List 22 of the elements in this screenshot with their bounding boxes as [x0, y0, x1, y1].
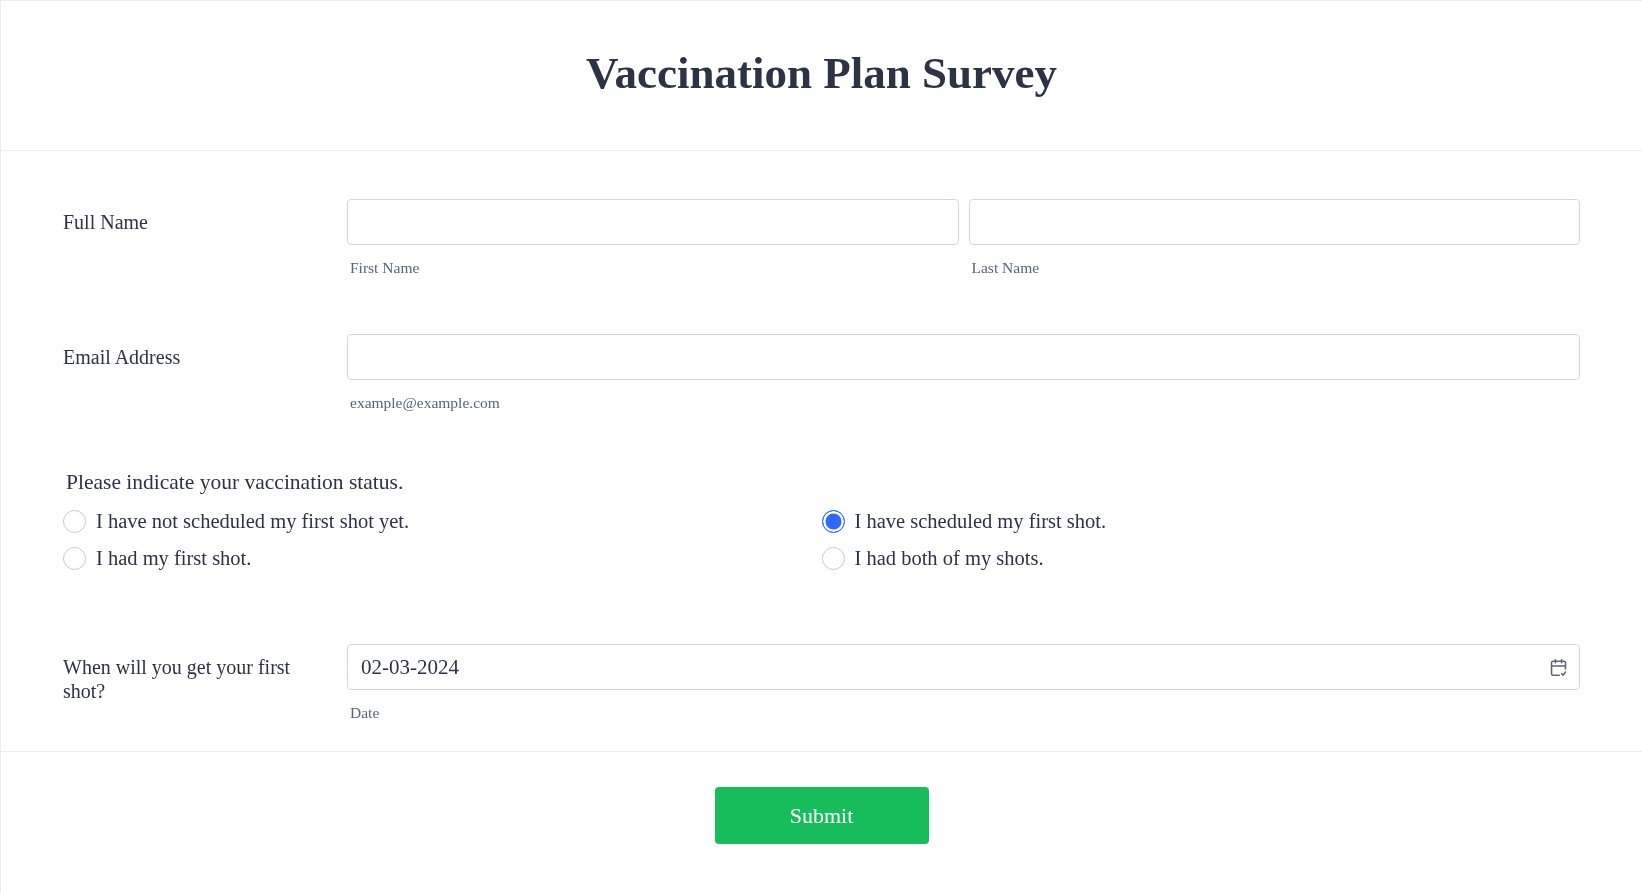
- field-label: Full Name: [63, 210, 149, 235]
- radio-button[interactable]: [63, 509, 86, 533]
- option-label: I have scheduled my first shot.: [854, 509, 1107, 533]
- date-field[interactable]: 02-03-2024: [347, 644, 1580, 690]
- question-text: Please indicate your vaccination status.: [65, 469, 404, 495]
- option-label: I have not scheduled my first shot yet.: [96, 509, 410, 533]
- sublabel: Date: [349, 704, 380, 722]
- input-field[interactable]: [347, 334, 1580, 380]
- sublabel: First Name: [349, 259, 420, 277]
- sublabel: Last Name: [970, 259, 1040, 277]
- sublabel: example@example.com: [349, 394, 500, 412]
- input-field[interactable]: [347, 199, 959, 245]
- calendar-icon[interactable]: [1550, 658, 1567, 676]
- radio-button[interactable]: [821, 546, 845, 570]
- radio-button[interactable]: [63, 546, 86, 570]
- option-label: I had both of my shots.: [854, 546, 1044, 570]
- radio-button[interactable]: [821, 509, 845, 533]
- option-label: I had my first shot.: [96, 546, 252, 570]
- input-field[interactable]: [968, 199, 1580, 245]
- field-label: Email Address: [63, 345, 182, 370]
- form-title: Vaccination Plan Survey: [586, 47, 1057, 100]
- field-label: When will you get your first shot?: [63, 655, 292, 704]
